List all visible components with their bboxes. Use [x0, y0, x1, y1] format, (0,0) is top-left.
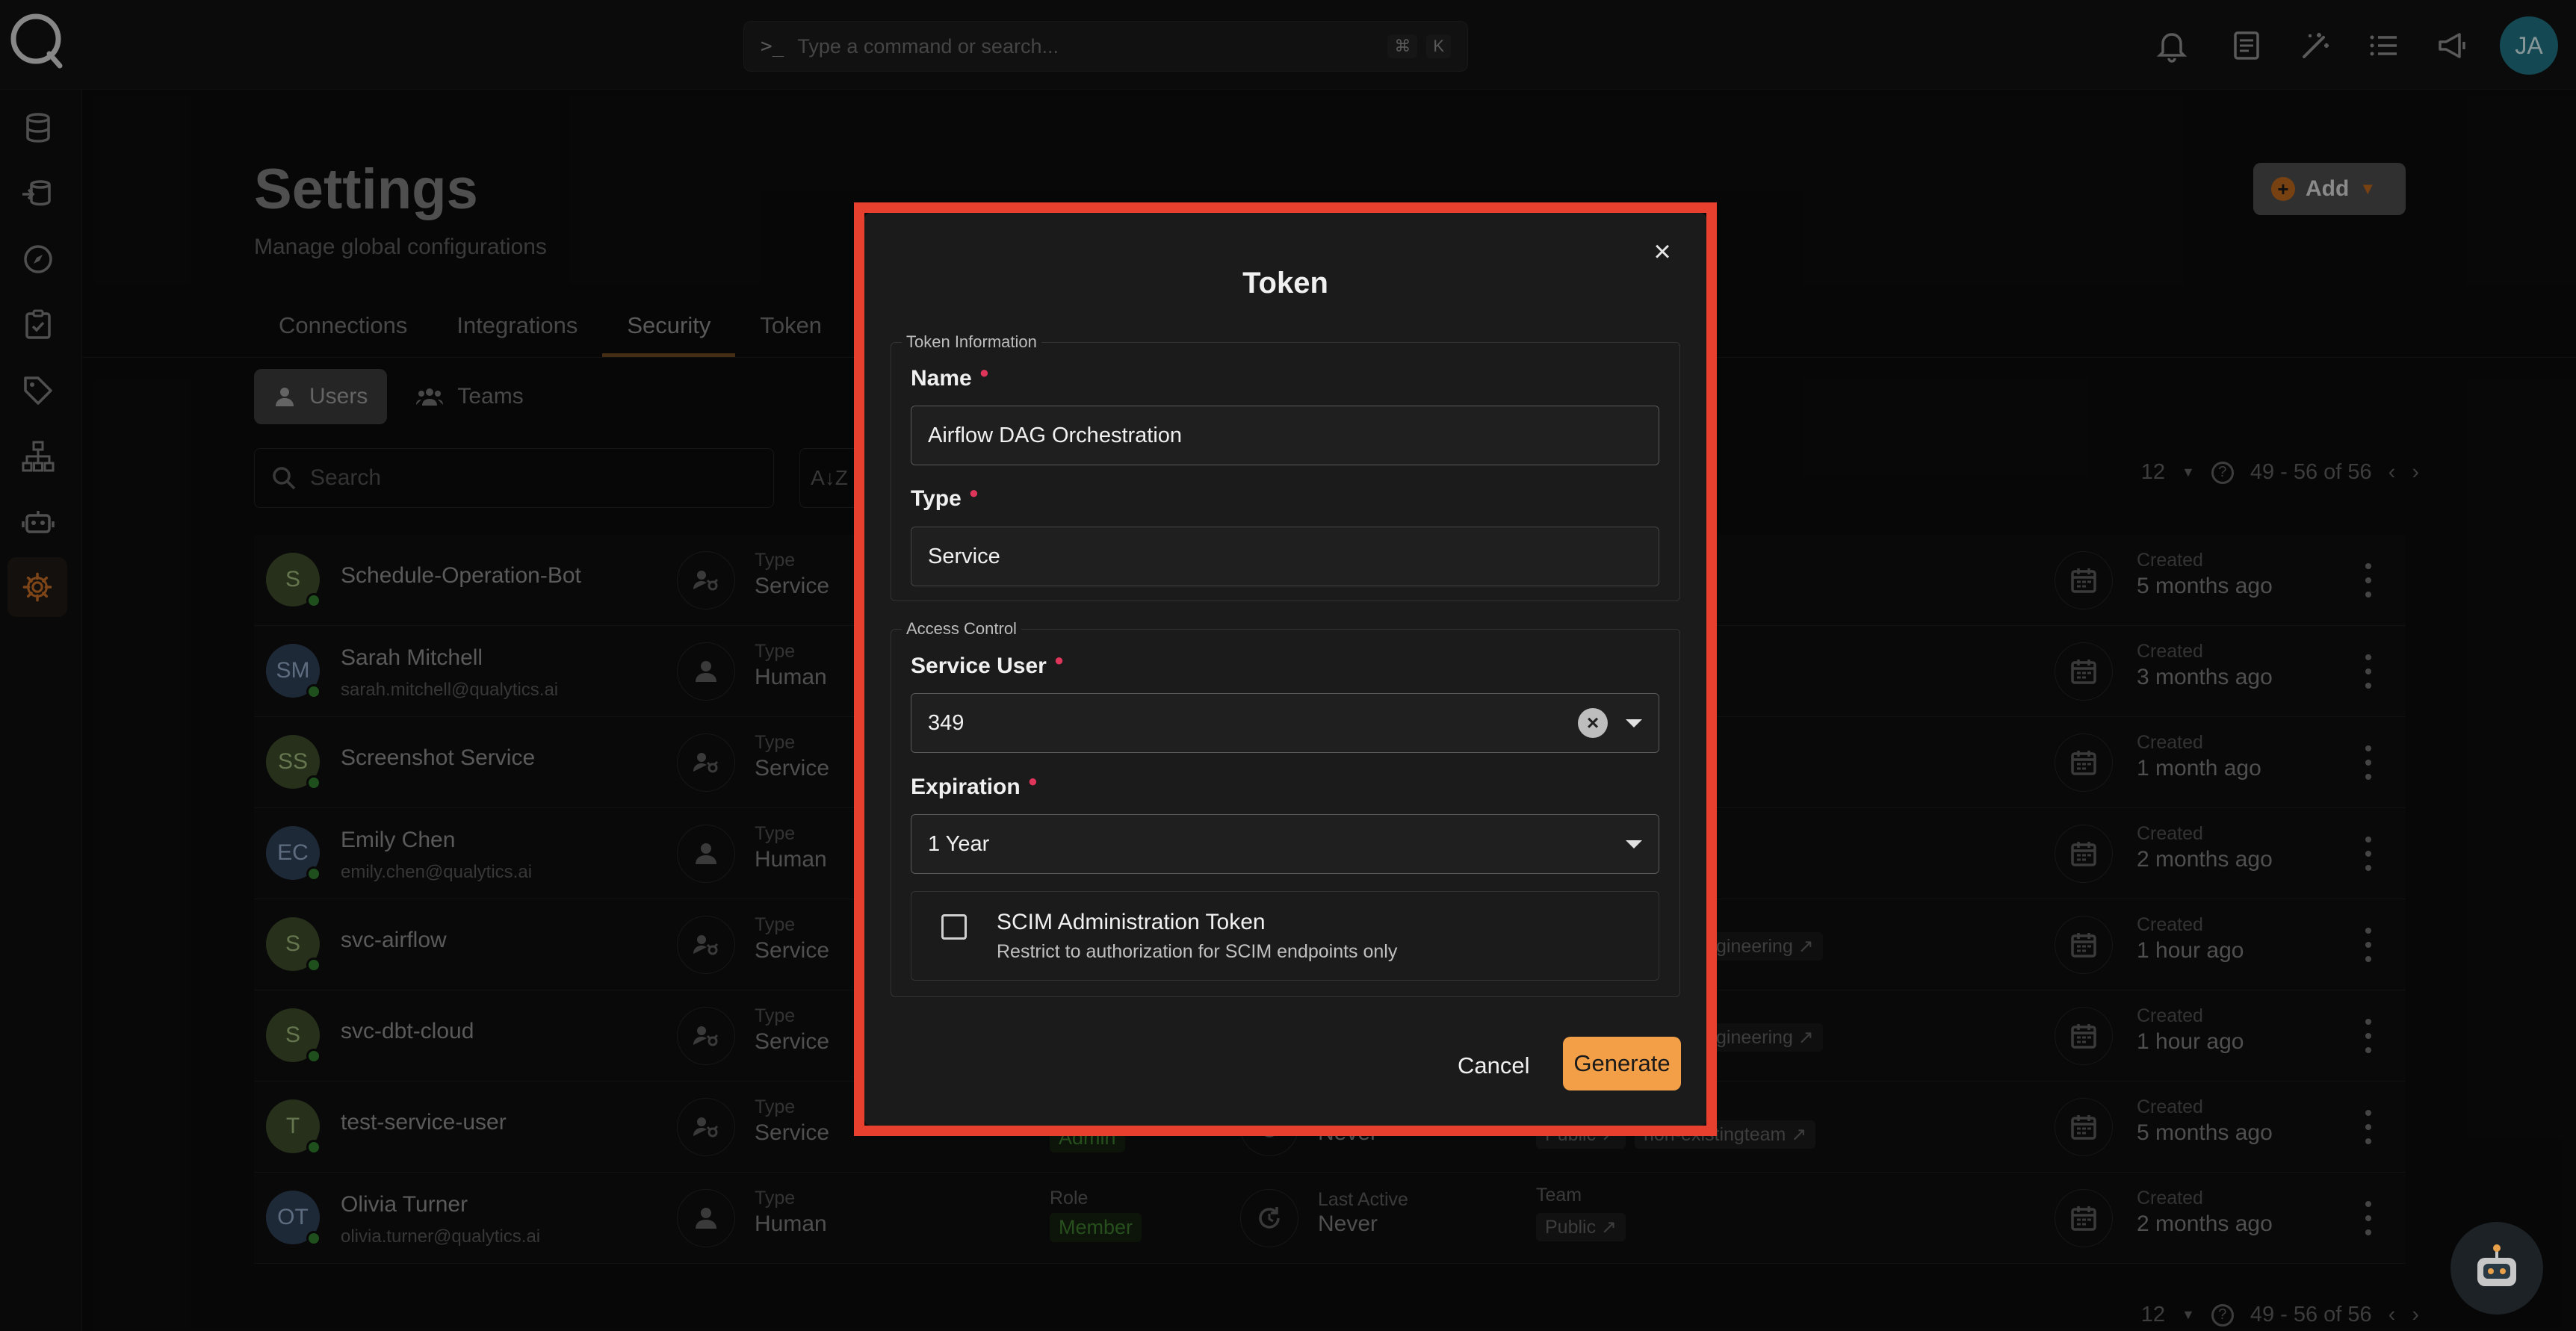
name-field[interactable]: Airflow DAG Orchestration	[911, 406, 1659, 465]
required-marker: ●	[1053, 651, 1065, 669]
cancel-button[interactable]: Cancel	[1458, 1052, 1530, 1079]
service-user-select[interactable]: 349 ×	[911, 693, 1659, 753]
type-field[interactable]: Service	[911, 527, 1659, 586]
section-label: Access Control	[906, 619, 1017, 638]
token-modal: × Token Token Information Name ● Airflow …	[864, 213, 1706, 1126]
clear-icon[interactable]: ×	[1578, 708, 1608, 738]
service-user-label: Service User ●	[911, 651, 1065, 678]
scim-token-option[interactable]: SCIM Administration Token Restrict to au…	[911, 891, 1659, 981]
name-label: Name ●	[911, 363, 990, 391]
close-icon[interactable]: ×	[1647, 237, 1677, 267]
section-label: Token Information	[906, 332, 1037, 351]
scim-description: Restrict to authorization for SCIM endpo…	[997, 941, 1398, 962]
modal-title: Token	[1242, 267, 1328, 300]
assistant-bot-button[interactable]	[2450, 1222, 2543, 1315]
required-marker: ●	[1027, 772, 1038, 790]
required-marker: ●	[979, 363, 990, 382]
expiration-label: Expiration ●	[911, 772, 1038, 799]
scim-title: SCIM Administration Token	[997, 910, 1266, 934]
type-label: Type ●	[911, 483, 979, 511]
scim-checkbox[interactable]	[941, 914, 967, 940]
expiration-select[interactable]: 1 Year	[911, 814, 1659, 874]
chevron-down-icon[interactable]	[1626, 719, 1642, 727]
chevron-down-icon[interactable]	[1626, 840, 1642, 848]
required-marker: ●	[968, 483, 979, 502]
robot-assistant-icon	[2477, 1244, 2516, 1286]
generate-button[interactable]: Generate	[1563, 1037, 1681, 1090]
